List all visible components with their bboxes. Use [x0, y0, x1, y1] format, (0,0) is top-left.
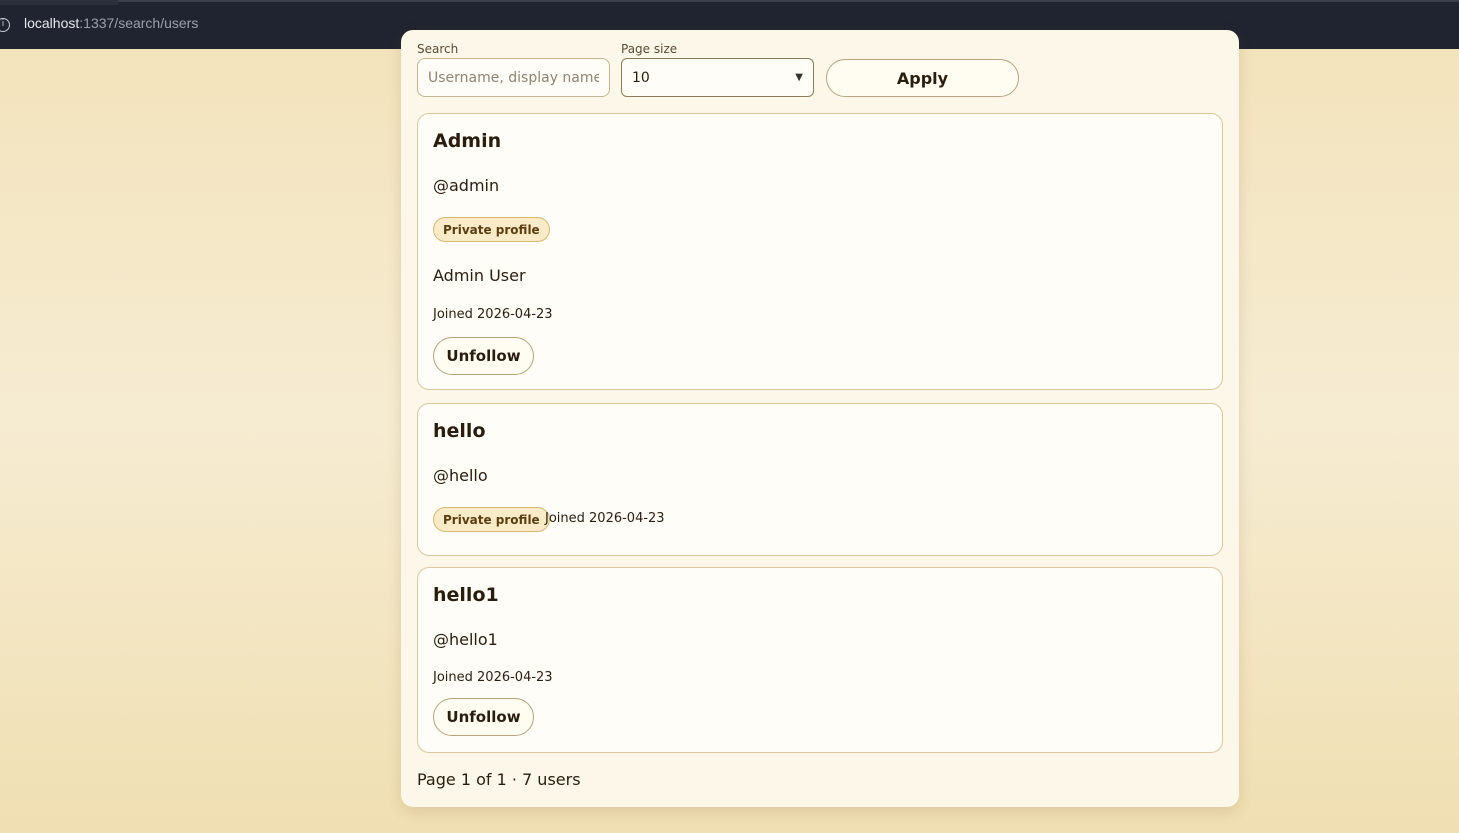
private-profile-badge: Private profile [433, 507, 550, 532]
joined-date: Joined 2026-04-23 [433, 307, 553, 322]
user-card: hello @hello Private profile Joined 2026… [417, 403, 1223, 556]
user-display-name: Admin User [433, 266, 526, 285]
url-path: :1337/search/users [79, 15, 199, 31]
tab-strip-edge [0, 0, 1459, 2]
user-name[interactable]: hello1 [433, 584, 499, 606]
joined-date: Joined 2026-04-23 [545, 511, 665, 526]
joined-date: Joined 2026-04-23 [433, 670, 553, 685]
page-size-label: Page size [621, 42, 678, 56]
apply-button[interactable]: Apply [826, 59, 1019, 97]
search-panel: Search Page size 10 ▼ Apply Admin @admin… [401, 30, 1239, 807]
user-name[interactable]: Admin [433, 130, 501, 152]
user-handle: @admin [433, 176, 500, 195]
page-size-select[interactable]: 10 ▼ [621, 58, 814, 97]
unfollow-button[interactable]: Unfollow [433, 698, 534, 736]
info-icon[interactable]: i [0, 18, 10, 32]
user-handle: @hello1 [433, 630, 498, 649]
search-label: Search [417, 42, 459, 56]
pagination-summary: Page 1 of 1 · 7 users [417, 770, 581, 789]
user-card: Admin @admin Private profile Admin User … [417, 113, 1223, 390]
unfollow-button[interactable]: Unfollow [433, 337, 534, 375]
url-host: localhost [24, 15, 80, 31]
url-field[interactable]: localhost:1337/search/users [24, 15, 198, 31]
search-input[interactable] [417, 58, 610, 97]
chevron-down-icon: ▼ [795, 72, 803, 83]
user-name[interactable]: hello [433, 420, 486, 442]
active-tab-edge [0, 0, 118, 5]
private-profile-badge: Private profile [433, 217, 550, 242]
page-size-value: 10 [632, 69, 650, 86]
user-handle: @hello [433, 466, 488, 485]
user-card: hello1 @hello1 Joined 2026-04-23 Unfollo… [417, 567, 1223, 753]
